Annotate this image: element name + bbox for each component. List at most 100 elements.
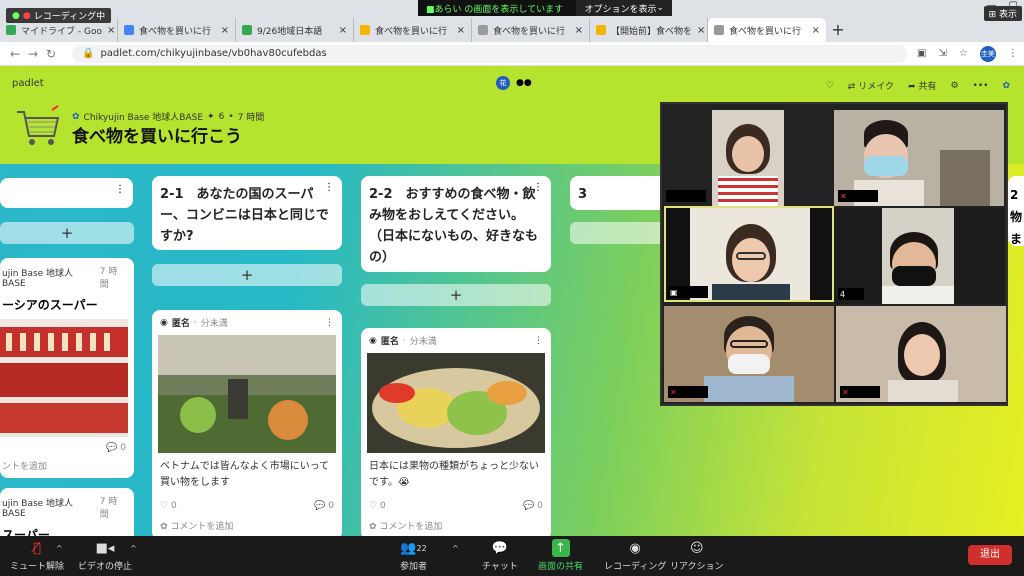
close-icon[interactable]: × <box>339 25 347 36</box>
close-icon[interactable]: × <box>812 25 820 36</box>
slides-icon <box>360 25 370 35</box>
more-icon[interactable]: ••• <box>973 81 989 91</box>
like-button[interactable]: ♡ 0 <box>160 501 177 511</box>
muted-mic-icon: ✕ <box>842 387 849 397</box>
column-header-2-1: 2-1 あなたの国のスーパー、コンビニは日本と同じですか? ⋮ <box>152 176 342 250</box>
close-icon[interactable]: × <box>697 25 705 36</box>
cart-icon <box>478 25 488 35</box>
post-card-fruits[interactable]: ◉ 匿名 · 分未満 ⋮ 日本には果物の種類がちょっと少ないです。😭 ♡ 0 💬 0 ✿ … <box>361 328 551 536</box>
post-card-vietnam-market[interactable]: ◉ 匿名 · 分未満 ⋮ ベトナムでは皆んなよく市場にいって買い物をします ♡ 0 💬 0… <box>152 310 342 536</box>
add-comment-link[interactable]: ントを追加 <box>0 453 134 478</box>
close-icon[interactable]: × <box>107 25 115 36</box>
tab-3[interactable]: 9/26地域日本語 × <box>236 18 354 42</box>
shopping-cart-icon <box>17 105 60 145</box>
video-icon: ▣ <box>670 287 678 297</box>
muted-mic-icon: ✕ <box>670 387 677 397</box>
drive-icon <box>242 25 252 35</box>
docs-icon <box>124 25 134 35</box>
participant-name-5: ✕ <box>668 386 708 398</box>
show-button[interactable]: ⊞ 表示 <box>983 6 1022 21</box>
drive-icon <box>6 25 16 35</box>
reaction-button[interactable]: ☺ リアクション <box>670 539 724 573</box>
like-button[interactable]: ♡ 0 <box>369 501 386 511</box>
chat-button[interactable]: 💬 チャット <box>482 539 518 573</box>
chevron-up-icon[interactable]: ^ <box>56 544 63 553</box>
stop-video-button[interactable]: ■◂ ビデオの停止 <box>78 539 132 573</box>
smiley-icon: ☺ <box>690 540 704 556</box>
column-menu-icon[interactable]: ⋮ <box>115 184 125 195</box>
add-post-button[interactable]: + <box>0 222 134 244</box>
post-image-shelf <box>0 319 128 437</box>
gear-icon[interactable]: ⚙ <box>950 81 958 91</box>
reload-icon[interactable]: ↻ <box>42 47 60 61</box>
author-avatar-icon: ✿ <box>72 111 80 122</box>
share-screen-button[interactable]: ↑ 画面の共有 <box>538 539 583 572</box>
participant-name-2: ✕ <box>838 190 878 202</box>
star-icon[interactable]: ☆ <box>959 48 968 59</box>
close-icon[interactable]: × <box>457 25 465 36</box>
share-status-text: ■あらい の画面を表示しています <box>426 4 564 15</box>
share-screen-icon: ↑ <box>551 539 570 557</box>
post-menu-icon[interactable]: ⋮ <box>534 336 543 346</box>
tab-7-active[interactable]: 食べ物を買いに行 × <box>708 18 826 42</box>
clipboard-icon[interactable]: ▣ <box>917 48 926 59</box>
shield-icon: ● <box>12 10 20 21</box>
profile-avatar[interactable]: 圭美 <box>979 45 996 62</box>
post-menu-icon[interactable]: ⋮ <box>325 318 334 328</box>
remake-button[interactable]: ⇄ リメイク <box>848 79 894 92</box>
add-comment-link[interactable]: ✿ コメントを追加 <box>361 511 551 532</box>
collaborator-avatar[interactable]: 花 <box>496 76 510 90</box>
more-collaborators-icon[interactable]: ●● <box>516 78 532 88</box>
close-icon[interactable]: × <box>575 25 583 36</box>
record-button[interactable]: ◉ レコーディング <box>604 539 666 573</box>
add-post-button-2-1[interactable]: + <box>152 264 342 286</box>
board-title: 食べ物を買いに行こう <box>72 127 242 147</box>
url-field[interactable]: 🔒 padlet.com/chikyujinbase/vb0hav80cufeb… <box>72 44 907 63</box>
leave-meeting-button[interactable]: 退出 <box>968 545 1012 565</box>
column-header-right-edge: 2 物 ま <box>1008 176 1024 246</box>
zoom-toolbar: 🎙̸ ミュート解除 ^ ■◂ ビデオの停止 ^ 👥 22 参加者 ^ 💬 チャッ… <box>0 536 1024 576</box>
heart-small-icon: ✦ <box>207 111 215 122</box>
padlet-logo[interactable]: padlet <box>12 78 44 89</box>
forward-icon[interactable]: → <box>24 47 42 61</box>
tab-5[interactable]: 食べ物を買いに行 × <box>472 18 590 42</box>
view-options-button[interactable]: オプションを表示 ⌄ <box>576 0 672 16</box>
video-camera-icon: ■◂ <box>95 540 115 556</box>
tab-2[interactable]: 食べ物を買いに行 × <box>118 18 236 42</box>
install-icon[interactable]: ⇲ <box>938 48 946 59</box>
post-title: ーシアのスーパー <box>2 298 98 312</box>
muted-mic-icon: 🎙̸ <box>33 540 41 556</box>
new-tab-button[interactable]: + <box>826 18 850 42</box>
anon-avatar-icon: ◉ <box>160 317 168 328</box>
participants-icon: 👥 22 <box>400 540 427 556</box>
heart-icon[interactable]: ♡ <box>826 81 834 91</box>
padlet-avatar[interactable]: ✿ <box>1002 81 1010 91</box>
chevron-up-icon[interactable]: ^ <box>452 544 459 553</box>
column-header-3: 3 <box>570 176 670 210</box>
menu-icon[interactable]: ⋮ <box>1008 48 1018 59</box>
post-card-left-1[interactable]: ujin Base 地球人BASE 7 時間 ーシアのスーパー 💬 0 ントを追加 <box>0 258 134 478</box>
column-menu-icon[interactable]: ⋮ <box>324 182 334 193</box>
column-menu-icon[interactable]: ⋮ <box>533 182 543 193</box>
add-post-button-3[interactable] <box>570 222 670 244</box>
add-post-button-2-2[interactable]: + <box>361 284 551 306</box>
record-icon: ◉ <box>629 540 641 556</box>
back-icon[interactable]: ← <box>6 47 24 61</box>
tab-4[interactable]: 食べ物を買いに行 × <box>354 18 472 42</box>
participants-button[interactable]: 👥 22 参加者 <box>400 539 427 573</box>
close-icon[interactable]: × <box>221 25 229 36</box>
post-image-market <box>158 335 336 453</box>
muted-mic-icon: ✕ <box>840 191 847 201</box>
chevron-up-icon[interactable]: ^ <box>130 544 137 553</box>
post-card-left-2[interactable]: ujin Base 地球人BASE 7 時間 スーパー <box>0 488 134 536</box>
anon-avatar-icon: ◉ <box>369 335 377 346</box>
comment-count: 💬 0 <box>106 443 126 453</box>
add-comment-link[interactable]: ✿ コメントを追加 <box>152 511 342 532</box>
tab-6[interactable]: 【開始前】食べ物を × <box>590 18 708 42</box>
share-button[interactable]: ➦ 共有 <box>908 79 936 92</box>
participant-video-1[interactable] <box>712 110 784 206</box>
screen-share-banner: ■あらい の画面を表示しています オプションを表示 ⌄ <box>418 0 672 16</box>
participant-name-4: 4 <box>838 288 864 300</box>
column-header-left: ⋮ <box>0 178 133 208</box>
zoom-gallery-view: ✕ ▣ 4 ✕ ✕ <box>660 102 1008 406</box>
